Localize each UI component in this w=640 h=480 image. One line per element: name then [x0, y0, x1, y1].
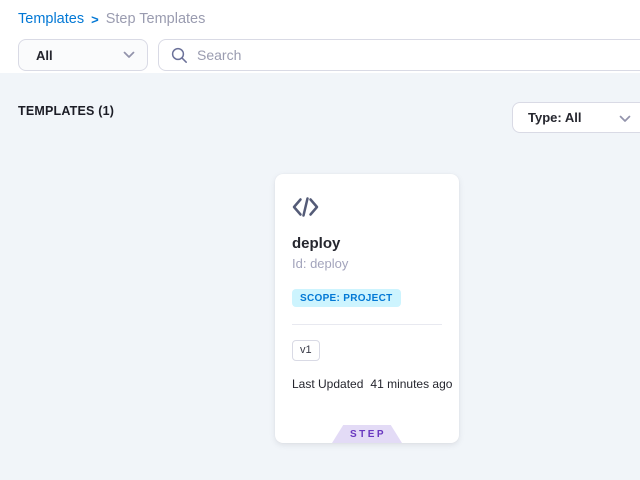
- version-chip: v1: [292, 340, 320, 361]
- template-card[interactable]: deploy Id: deploy SCOPE: PROJECT v1 Last…: [275, 174, 459, 443]
- chevron-down-icon: [619, 115, 631, 123]
- scope-filter-value: All: [36, 48, 123, 63]
- type-filter-value: Type: All: [528, 110, 581, 125]
- code-icon: [291, 195, 320, 219]
- last-updated-label: Last Updated: [292, 377, 363, 391]
- scope-badge: SCOPE: PROJECT: [292, 289, 401, 307]
- type-filter-dropdown[interactable]: Type: All: [512, 102, 640, 133]
- chevron-down-icon: [123, 51, 135, 59]
- template-type-badge: STEP: [332, 425, 402, 443]
- breadcrumb: Templates > Step Templates: [18, 11, 205, 27]
- breadcrumb-current: Step Templates: [106, 11, 206, 27]
- template-id: Id: deploy: [292, 256, 348, 271]
- card-divider: [292, 324, 442, 325]
- last-updated-value: 41 minutes ago: [370, 377, 452, 391]
- templates-listing: TEMPLATES (1) Type: All deploy Id: deplo…: [0, 73, 640, 480]
- templates-count-label: TEMPLATES (1): [18, 104, 114, 118]
- last-updated-row: Last Updated 41 minutes ago: [292, 377, 452, 391]
- search-box: [158, 39, 640, 71]
- breadcrumb-separator-icon: >: [91, 12, 99, 27]
- search-icon: [171, 47, 188, 64]
- scope-filter-dropdown[interactable]: All: [18, 39, 148, 71]
- page-header: Templates > Step Templates All: [0, 0, 640, 73]
- breadcrumb-templates-link[interactable]: Templates: [18, 11, 84, 27]
- template-title: deploy: [292, 235, 340, 252]
- search-input[interactable]: [197, 47, 640, 63]
